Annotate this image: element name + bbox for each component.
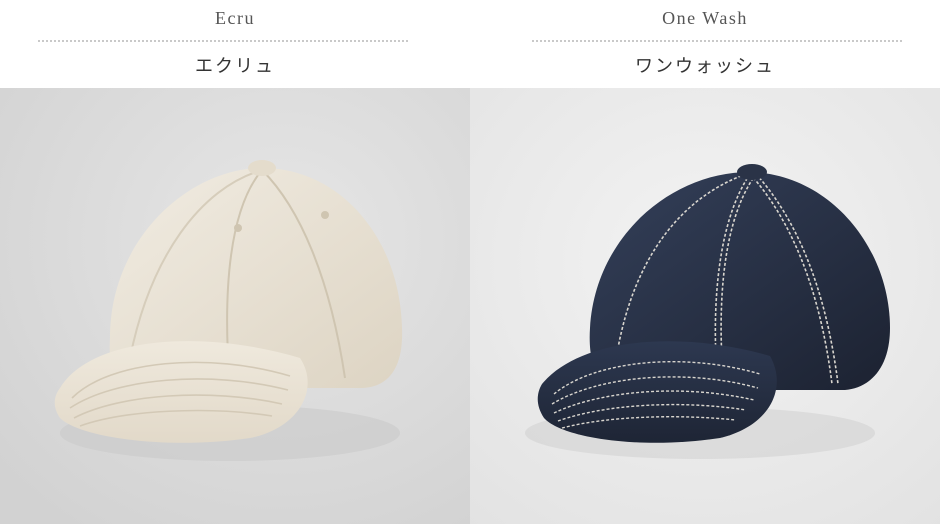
variant-one-wash: One Wash ワンウォッシュ <box>470 0 940 524</box>
one-wash-cap-photo <box>470 88 940 524</box>
ecru-cap-photo <box>0 88 470 524</box>
variant-header: One Wash ワンウォッシュ <box>470 0 940 88</box>
variant-name-en: One Wash <box>662 8 748 28</box>
color-variants: Ecru エクリュ One Wash ワンウォッシュ <box>0 0 940 524</box>
variant-ecru: Ecru エクリュ <box>0 0 470 524</box>
variant-name-en: Ecru <box>215 8 255 28</box>
dotted-divider <box>532 40 902 42</box>
variant-header: Ecru エクリュ <box>0 0 470 88</box>
variant-name-ja: ワンウォッシュ <box>635 56 775 77</box>
dotted-divider <box>38 40 408 42</box>
variant-name-ja: エクリュ <box>195 56 275 77</box>
